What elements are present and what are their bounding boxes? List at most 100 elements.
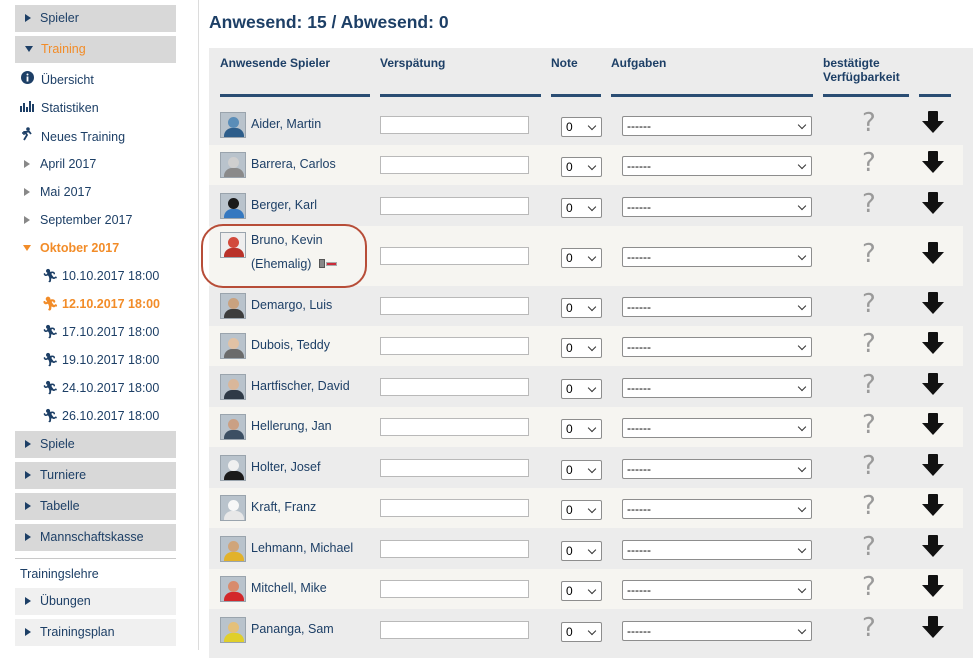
- player-name[interactable]: Lehmann, Michael: [251, 541, 353, 555]
- header-underline: [551, 94, 601, 97]
- late-input[interactable]: [380, 539, 529, 558]
- sidebar-item-mannschaftskasse[interactable]: Mannschaftskasse: [15, 524, 176, 551]
- task-select[interactable]: ------: [622, 620, 812, 641]
- arrow-down-icon[interactable]: [922, 413, 944, 435]
- sidebar-item-training[interactable]: Training: [15, 36, 176, 63]
- task-select[interactable]: ------: [622, 499, 812, 519]
- task-select[interactable]: ------: [622, 247, 812, 267]
- player-name[interactable]: Dubois, Teddy: [251, 338, 330, 352]
- note-select[interactable]: 0: [561, 540, 602, 561]
- avatar: [220, 454, 246, 481]
- sidebar-item-tabelle[interactable]: Tabelle: [15, 493, 176, 520]
- player-name[interactable]: Hartfischer, David: [251, 379, 350, 393]
- avatar: [220, 535, 246, 562]
- late-input[interactable]: [380, 297, 529, 315]
- task-select[interactable]: ------: [622, 458, 812, 479]
- arrow-down-icon[interactable]: [922, 534, 944, 557]
- late-input[interactable]: [380, 156, 529, 174]
- sidebar-session-current[interactable]: 🏃︎ 12.10.2017 18:00: [42, 295, 160, 313]
- sidebar-session[interactable]: 🏃︎ 10.10.2017 18:00: [42, 267, 159, 285]
- note-select[interactable]: 0: [561, 419, 602, 439]
- player-name[interactable]: Barrera, Carlos: [251, 157, 336, 171]
- trash-icon[interactable]: [319, 259, 338, 269]
- arrow-down-icon[interactable]: [922, 372, 944, 395]
- avatar: [220, 414, 246, 440]
- sidebar-item-uebersicht[interactable]: Übersicht: [20, 71, 94, 89]
- sidebar-item-uebungen[interactable]: Übungen: [15, 588, 176, 615]
- sidebar-item-trainingsplan[interactable]: Trainingsplan: [15, 619, 176, 646]
- sidebar-item-statistiken[interactable]: Statistiken: [20, 99, 99, 117]
- task-select[interactable]: ------: [622, 297, 812, 317]
- arrow-down-icon[interactable]: [922, 575, 944, 597]
- late-input[interactable]: [380, 377, 529, 396]
- task-select[interactable]: ------: [622, 156, 812, 176]
- note-select[interactable]: 0: [561, 338, 602, 358]
- late-input[interactable]: [380, 418, 529, 436]
- sidebar-session[interactable]: 🏃︎ 19.10.2017 18:00: [42, 351, 159, 369]
- note-select[interactable]: 0: [561, 157, 602, 177]
- arrow-down-icon[interactable]: [922, 242, 944, 264]
- note-select[interactable]: 0: [561, 500, 602, 520]
- note-select[interactable]: 0: [561, 117, 602, 137]
- arrow-down-icon[interactable]: [922, 615, 944, 638]
- note-select[interactable]: 0: [561, 298, 602, 318]
- sidebar-month-oktober[interactable]: Oktober 2017: [20, 239, 119, 257]
- session-label: 10.10.2017 18:00: [62, 269, 160, 283]
- late-input[interactable]: [380, 620, 529, 639]
- avatar: [220, 232, 246, 258]
- task-select[interactable]: ------: [622, 539, 812, 560]
- sidebar-item-spieler[interactable]: Spieler: [15, 5, 176, 32]
- sidebar-month-mai[interactable]: Mai 2017: [20, 183, 91, 201]
- sidebar-item-turniere[interactable]: Turniere: [15, 462, 176, 489]
- late-input[interactable]: [380, 458, 529, 477]
- note-select[interactable]: 0: [561, 197, 602, 218]
- chevron-down-icon: [797, 422, 807, 432]
- note-select[interactable]: 0: [561, 581, 602, 601]
- note-select[interactable]: 0: [561, 459, 602, 480]
- task-select[interactable]: ------: [622, 196, 812, 217]
- player-name[interactable]: Pananga, Sam: [251, 622, 334, 636]
- task-select[interactable]: ------: [622, 418, 812, 438]
- table-row: Hellerung, Jan 0 ------?: [209, 407, 963, 447]
- task-select[interactable]: ------: [622, 580, 812, 600]
- arrow-down-icon[interactable]: [922, 332, 944, 354]
- player-name[interactable]: Bruno, Kevin: [251, 233, 323, 247]
- arrow-down-icon[interactable]: [922, 494, 944, 516]
- sidebar-month-september[interactable]: September 2017: [20, 211, 132, 229]
- late-input[interactable]: [380, 499, 529, 517]
- note-value: 0: [566, 584, 573, 598]
- player-name[interactable]: Kraft, Franz: [251, 500, 316, 514]
- note-select[interactable]: 0: [561, 378, 602, 399]
- chevron-down-icon: [587, 383, 597, 392]
- arrow-down-icon[interactable]: [922, 111, 944, 133]
- player-name[interactable]: Aider, Martin: [251, 117, 321, 131]
- note-select[interactable]: 0: [561, 621, 602, 642]
- task-select[interactable]: ------: [622, 116, 812, 136]
- arrow-down-icon[interactable]: [922, 453, 944, 476]
- sidebar-session[interactable]: 🏃︎ 17.10.2017 18:00: [42, 323, 159, 341]
- late-input[interactable]: [380, 247, 529, 265]
- arrow-down-icon[interactable]: [922, 292, 944, 314]
- player-name[interactable]: Hellerung, Jan: [251, 419, 332, 433]
- sidebar-item-spiele[interactable]: Spiele: [15, 431, 176, 458]
- arrow-down-icon[interactable]: [922, 151, 944, 173]
- arrow-down-icon[interactable]: [922, 191, 944, 214]
- header-underline: [380, 94, 541, 97]
- task-select[interactable]: ------: [622, 337, 812, 357]
- note-select[interactable]: 0: [561, 248, 602, 268]
- chevron-down-icon: [587, 121, 597, 131]
- late-input[interactable]: [380, 337, 529, 355]
- late-input[interactable]: [380, 580, 529, 598]
- player-name[interactable]: Demargo, Luis: [251, 298, 332, 312]
- late-input[interactable]: [380, 196, 529, 215]
- sidebar-session[interactable]: 🏃︎ 24.10.2017 18:00: [42, 379, 159, 397]
- task-select[interactable]: ------: [622, 377, 812, 398]
- sidebar-session[interactable]: 🏃︎ 26.10.2017 18:00: [42, 407, 159, 425]
- late-input[interactable]: [380, 116, 529, 134]
- player-name[interactable]: Mitchell, Mike: [251, 581, 327, 595]
- sidebar-month-april[interactable]: April 2017: [20, 155, 96, 173]
- player-name[interactable]: Berger, Karl: [251, 198, 317, 212]
- player-name[interactable]: Holter, Josef: [251, 460, 320, 474]
- table-row: Hartfischer, David 0 ------?: [209, 366, 963, 407]
- sidebar-item-neues-training[interactable]: Neues Training: [20, 127, 125, 145]
